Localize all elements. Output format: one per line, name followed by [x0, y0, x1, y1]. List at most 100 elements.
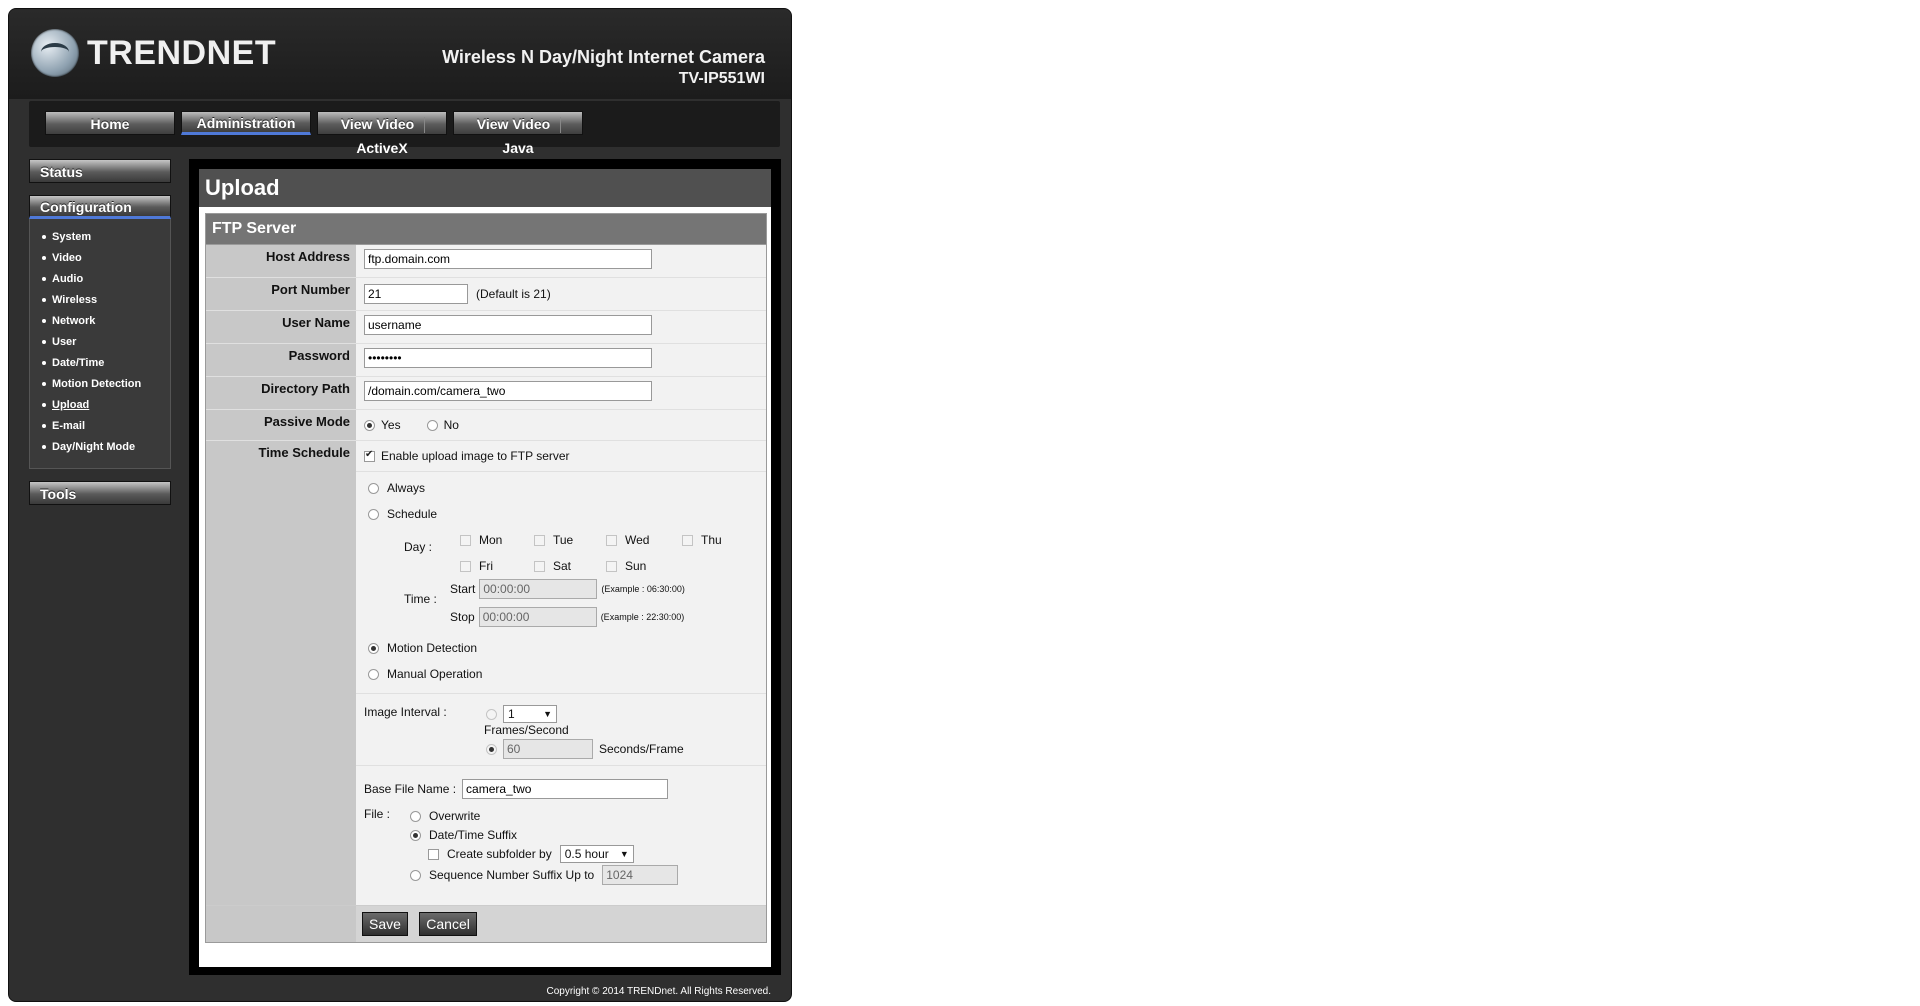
sidebar-item-date-time[interactable]: Date/Time: [30, 353, 170, 374]
sidebar-item-email[interactable]: E-mail: [30, 416, 170, 437]
sidebar: Status Configuration System Video Audio …: [29, 159, 175, 517]
app-window: TRENDNET Wireless N Day/Night Internet C…: [8, 8, 792, 1002]
header: TRENDNET Wireless N Day/Night Internet C…: [9, 9, 791, 99]
sidebar-item-upload[interactable]: Upload: [30, 395, 170, 416]
passive-no-label: No: [443, 418, 459, 432]
start-time-input[interactable]: [479, 579, 598, 599]
fps-radio[interactable]: [486, 708, 497, 720]
image-interval-label: Image Interval :: [364, 705, 447, 719]
file-overwrite-radio[interactable]: [410, 810, 421, 822]
product-name: Wireless N Day/Night Internet Camera: [442, 47, 765, 67]
enable-upload-checkbox[interactable]: [364, 449, 375, 462]
day-thu-label: Thu: [701, 533, 722, 547]
day-sun-label: Sun: [625, 559, 647, 573]
create-subfolder-checkbox[interactable]: [428, 848, 439, 860]
start-time-label: Start: [450, 582, 476, 596]
sidebar-item-audio[interactable]: Audio: [30, 269, 170, 290]
day-fri-checkbox[interactable]: [460, 560, 471, 572]
nav-view-video-label: View Video: [340, 116, 415, 132]
content-panel: FTP Server Host Address Port Number (Def…: [199, 207, 771, 967]
nav-view-video-java-button[interactable]: View Video Java: [453, 111, 583, 156]
day-tue-checkbox[interactable]: [534, 534, 545, 546]
chevron-down-icon: ▼: [543, 709, 552, 719]
spf-unit-label: Seconds/Frame: [599, 742, 684, 756]
day-sun-checkbox[interactable]: [606, 560, 617, 572]
nav-java-label: Java: [502, 140, 534, 156]
sidebar-item-day-night-mode[interactable]: Day/Night Mode: [30, 437, 170, 458]
manual-operation-radio[interactable]: [368, 668, 379, 680]
nav-view-video-label: View Video: [476, 116, 551, 132]
passive-yes-radio[interactable]: [364, 419, 375, 431]
trendnet-logo-icon: [31, 29, 79, 77]
sidebar-item-system[interactable]: System: [30, 227, 170, 248]
enable-upload-label: Enable upload image to FTP server: [381, 449, 570, 463]
page-title: Upload: [199, 169, 771, 207]
sidebar-status-button[interactable]: Status: [29, 159, 171, 183]
start-time-example: (Example : 06:30:00): [601, 584, 685, 594]
subfolder-interval-select[interactable]: 0.5 hour ▼: [559, 845, 634, 863]
sidebar-item-video[interactable]: Video: [30, 248, 170, 269]
main-content: Upload FTP Server Host Address Port Numb…: [189, 159, 781, 975]
file-datetime-label: Date/Time Suffix: [429, 828, 518, 842]
sidebar-configuration-button[interactable]: Configuration: [29, 195, 171, 219]
stop-time-example: (Example : 22:30:00): [600, 612, 685, 622]
time-schedule-label: Time Schedule: [206, 441, 356, 905]
nav-view-video-activex-button[interactable]: View Video ActiveX: [317, 111, 447, 156]
sidebar-item-user[interactable]: User: [30, 332, 170, 353]
file-datetime-radio[interactable]: [410, 829, 421, 841]
sequence-limit-input[interactable]: [602, 865, 679, 885]
directory-path-input[interactable]: [364, 381, 652, 401]
cancel-button[interactable]: Cancel: [419, 912, 477, 936]
password-input[interactable]: [364, 348, 652, 368]
product-title: Wireless N Day/Night Internet Camera TV-…: [442, 47, 765, 88]
create-subfolder-label: Create subfolder by: [447, 847, 552, 861]
spf-radio[interactable]: [486, 743, 497, 755]
user-name-input[interactable]: [364, 315, 652, 335]
port-number-label: Port Number: [206, 278, 356, 310]
fps-select-value: 1: [508, 707, 515, 721]
button-bar: Save Cancel: [206, 905, 766, 942]
fps-select[interactable]: 1 ▼: [503, 705, 557, 723]
motion-detection-radio[interactable]: [368, 642, 379, 654]
spf-input[interactable]: [503, 739, 593, 759]
day-mon-checkbox[interactable]: [460, 534, 471, 546]
fps-unit-label: Frames/Second: [484, 723, 569, 737]
base-file-name-input[interactable]: [462, 779, 669, 799]
copyright: Copyright © 2014 TRENDnet. All Rights Re…: [546, 986, 771, 997]
ftp-server-form: FTP Server Host Address Port Number (Def…: [205, 213, 767, 943]
host-address-input[interactable]: [364, 249, 652, 269]
port-default-hint: (Default is 21): [476, 287, 551, 301]
directory-path-label: Directory Path: [206, 377, 356, 409]
trendnet-logo: TRENDNET: [31, 29, 276, 77]
host-address-label: Host Address: [206, 245, 356, 277]
port-number-input[interactable]: [364, 284, 468, 304]
passive-yes-label: Yes: [381, 418, 401, 432]
schedule-schedule-radio[interactable]: [368, 508, 379, 520]
user-name-label: User Name: [206, 311, 356, 343]
chevron-down-icon: ▼: [619, 849, 629, 859]
motion-detection-label: Motion Detection: [387, 641, 478, 655]
day-thu-checkbox[interactable]: [682, 534, 693, 546]
day-sat-checkbox[interactable]: [534, 560, 545, 572]
sidebar-item-wireless[interactable]: Wireless: [30, 290, 170, 311]
nav-home-button[interactable]: Home: [45, 111, 175, 135]
sidebar-item-motion-detection[interactable]: Motion Detection: [30, 374, 170, 395]
file-sequence-label: Sequence Number Suffix Up to: [429, 868, 595, 882]
file-sequence-radio[interactable]: [410, 869, 421, 881]
product-model: TV-IP551WI: [678, 70, 765, 87]
passive-no-radio[interactable]: [426, 419, 438, 431]
stop-time-input[interactable]: [478, 607, 597, 627]
sidebar-item-network[interactable]: Network: [30, 311, 170, 332]
top-navigation: Home Administration View Video ActiveX Vi…: [29, 101, 780, 156]
file-overwrite-label: Overwrite: [429, 809, 481, 823]
nav-administration-button[interactable]: Administration: [181, 111, 311, 135]
nav-activex-label: ActiveX: [356, 140, 408, 156]
schedule-always-radio[interactable]: [368, 482, 379, 494]
time-label: Time :: [404, 592, 437, 606]
day-wed-checkbox[interactable]: [606, 534, 617, 546]
password-label: Password: [206, 344, 356, 376]
sidebar-tools-button[interactable]: Tools: [29, 481, 171, 505]
save-button[interactable]: Save: [362, 912, 408, 936]
day-sat-label: Sat: [553, 559, 572, 573]
schedule-always-label: Always: [387, 481, 426, 495]
